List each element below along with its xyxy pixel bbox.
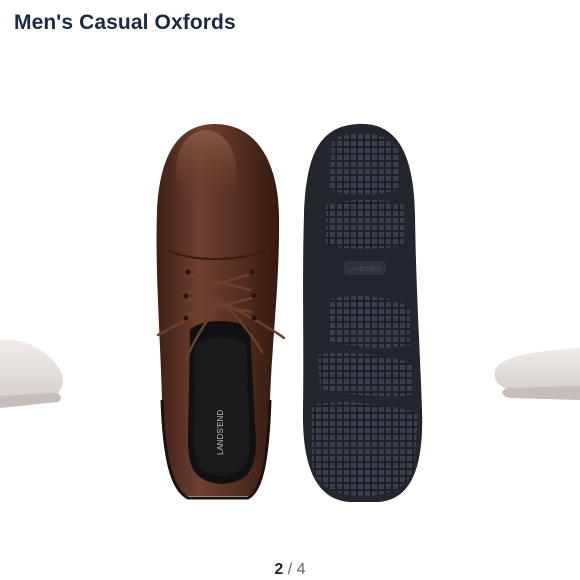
insole-brand-text: LANDS'END xyxy=(216,410,225,455)
shoe-outsole-view: LANDS'END xyxy=(302,123,423,502)
current-page: 2 xyxy=(274,561,284,578)
outsole-brand-text: LANDS'END xyxy=(348,267,382,273)
shoe-top-view: LANDS'END xyxy=(156,124,286,500)
product-image: LANDS'END LANDS'END xyxy=(0,123,580,502)
next-slide-peek xyxy=(494,348,580,400)
total-pages: 4 xyxy=(296,561,306,578)
gallery-pagination: 2 / 4 xyxy=(0,561,580,579)
previous-slide-peek xyxy=(0,339,63,408)
page-separator: / xyxy=(287,561,293,578)
product-title: Men's Casual Oxfords xyxy=(14,11,236,34)
product-image-carousel[interactable]: LANDS'END LANDS'END xyxy=(0,60,580,560)
